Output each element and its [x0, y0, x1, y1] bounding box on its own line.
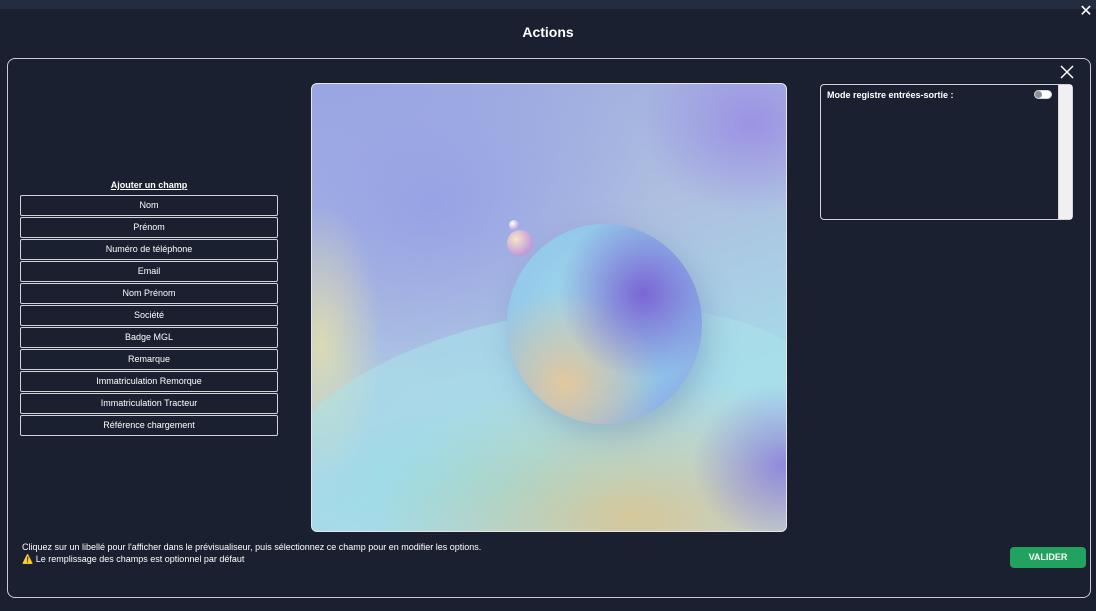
- modal-close-icon[interactable]: ✕: [1078, 4, 1094, 20]
- options-box: Mode registre entrées-sortie :: [820, 84, 1073, 220]
- field-item-telephone[interactable]: Numéro de téléphone: [20, 239, 278, 260]
- field-item-reference-chargement[interactable]: Référence chargement: [20, 415, 278, 436]
- mode-registre-label: Mode registre entrées-sortie :: [827, 90, 954, 100]
- preview-sphere-small: [507, 230, 533, 256]
- options-scrollbar[interactable]: [1058, 85, 1072, 219]
- field-item-remarque[interactable]: Remarque: [20, 349, 278, 370]
- help-line-1: Cliquez sur un libellé pour l'afficher d…: [22, 542, 482, 552]
- field-item-immatriculation-tracteur[interactable]: Immatriculation Tracteur: [20, 393, 278, 414]
- field-item-immatriculation-remorque[interactable]: Immatriculation Remorque: [20, 371, 278, 392]
- actions-panel: Ajouter un champ Nom Prénom Numéro de té…: [7, 58, 1091, 598]
- valider-button[interactable]: VALIDER: [1010, 547, 1086, 568]
- field-list: Ajouter un champ Nom Prénom Numéro de té…: [20, 179, 278, 437]
- add-field-title[interactable]: Ajouter un champ: [20, 179, 278, 191]
- field-item-badge-mgl[interactable]: Badge MGL: [20, 327, 278, 348]
- help-line-2: ⚠️ Le remplissage des champs est optionn…: [22, 553, 481, 565]
- mode-registre-toggle[interactable]: [1034, 90, 1052, 99]
- help-text: Cliquez sur un libellé pour l'afficher d…: [22, 541, 481, 565]
- field-item-nom-prenom[interactable]: Nom Prénom: [20, 283, 278, 304]
- field-item-nom[interactable]: Nom: [20, 195, 278, 216]
- field-item-email[interactable]: Email: [20, 261, 278, 282]
- preview-sphere-large: [507, 224, 702, 424]
- field-item-prenom[interactable]: Prénom: [20, 217, 278, 238]
- help-line-2-text: Le remplissage des champs est optionnel …: [35, 554, 245, 564]
- preview-sphere-tiny: [509, 220, 519, 230]
- modal-title: Actions: [522, 24, 574, 40]
- top-strip: [0, 0, 1096, 9]
- field-item-societe[interactable]: Société: [20, 305, 278, 326]
- toggle-knob: [1035, 91, 1042, 98]
- warning-icon: ⚠️: [22, 554, 34, 564]
- previewer[interactable]: [311, 83, 787, 532]
- panel-close-icon[interactable]: [1060, 65, 1074, 79]
